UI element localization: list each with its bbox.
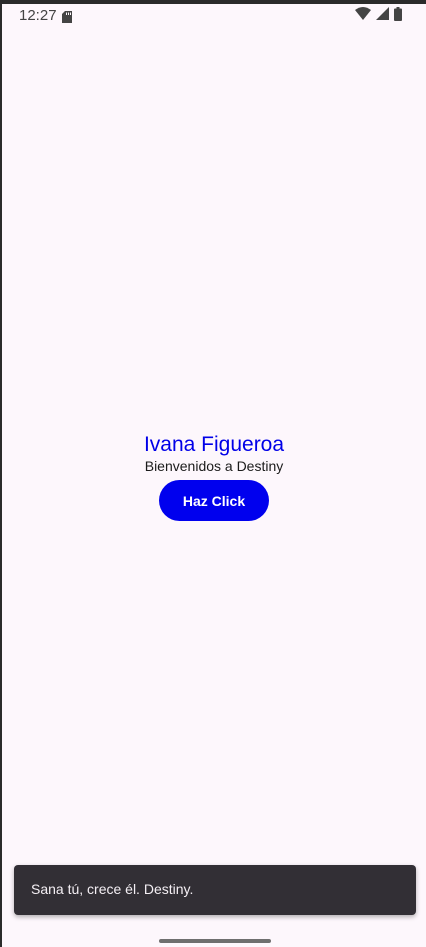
signal-icon — [376, 7, 389, 25]
welcome-text: Bienvenidos a Destiny — [144, 458, 284, 474]
snackbar: Sana tú, crece él. Destiny. — [14, 865, 416, 915]
home-gesture-bar[interactable] — [159, 939, 271, 943]
wifi-icon — [355, 7, 371, 25]
user-name: Ivana Figueroa — [143, 433, 285, 456]
greeting-block: Ivana Figueroa Bienvenidos a Destiny Haz… — [2, 433, 426, 521]
haz-click-button[interactable]: Haz Click — [159, 480, 269, 521]
app-screen: 12:27 Ivana Figueroa Bienvenidos a Desti… — [2, 4, 426, 947]
sd-card-icon — [62, 10, 72, 23]
status-icons — [355, 6, 402, 26]
battery-icon — [394, 6, 402, 26]
status-bar: 12:27 — [2, 4, 426, 28]
snackbar-message: Sana tú, crece él. Destiny. — [31, 881, 194, 897]
status-time: 12:27 — [19, 7, 57, 24]
